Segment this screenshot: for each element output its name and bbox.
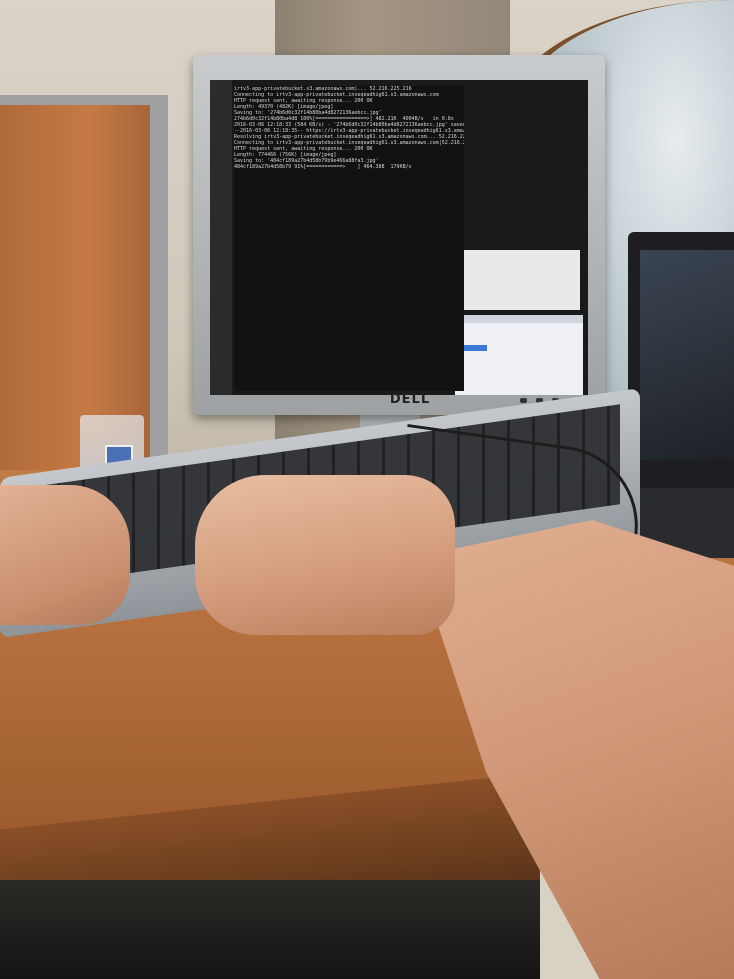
monitor-screen: irtv3-app-privatebucket.s3.amazonaws.com… <box>210 80 588 395</box>
terminal-output: irtv3-app-privatebucket.s3.amazonaws.com… <box>234 86 464 391</box>
right-hand <box>195 475 455 635</box>
terminal-line: 484cf189a27b4d58b79 91%[============> ] … <box>234 164 412 170</box>
devtools-toolbar <box>455 315 583 323</box>
monitor-brand-logo: DELL <box>389 392 431 407</box>
browser-devtools <box>455 315 583 395</box>
laptop-screen <box>640 250 734 460</box>
monitor-button <box>520 398 527 403</box>
left-hand <box>0 485 130 625</box>
side-pane <box>460 250 580 310</box>
app-launcher <box>210 80 232 395</box>
